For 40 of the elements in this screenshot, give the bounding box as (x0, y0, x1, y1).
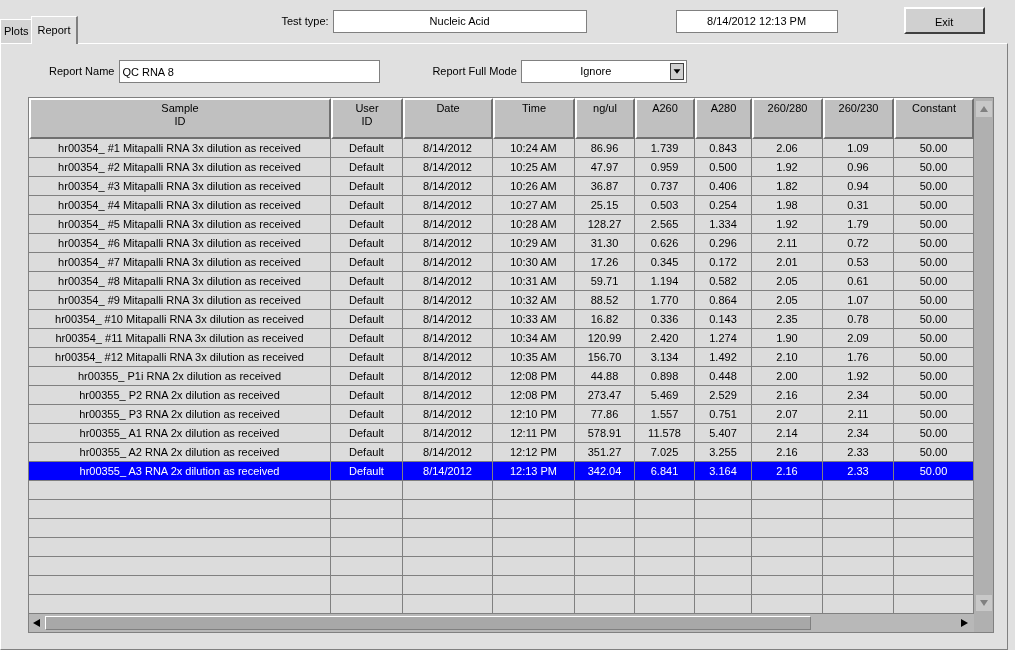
column-header[interactable]: Constant (894, 98, 974, 139)
table-row[interactable]: hr00355_ A3 RNA 2x dilution as received Default 8/14/2012 12:13 PM 342.04 6.841 3.164 2.16 2.33 50.00 (29, 462, 974, 481)
field-label: Report Name (49, 63, 115, 79)
table-row[interactable]: hr00354_ #6 Mitapalli RNA 3x dilution as received Default 8/14/2012 10:29 AM 31.30 0.626 0.296 2.11 0.72 50.00 (29, 234, 974, 253)
field-label: Report Full Mode (432, 63, 517, 79)
datetime-field[interactable]: 8/14/2012 12:13 PM (675, 10, 838, 33)
table-row[interactable]: hr00354_ #8 Mitapalli RNA 3x dilution as received Default 8/14/2012 10:31 AM 59.71 1.194 0.582 2.05 0.61 50.00 (29, 272, 974, 291)
exit-button[interactable]: Exit (903, 7, 985, 34)
column-header[interactable]: A260 (635, 98, 695, 139)
scroll-up-icon[interactable] (975, 101, 992, 117)
table-row[interactable]: hr00354_ #4 Mitapalli RNA 3x dilution as received Default 8/14/2012 10:27 AM 25.15 0.503 0.254 1.98 0.31 50.00 (29, 196, 974, 215)
column-header[interactable]: 260/230 (823, 98, 894, 139)
report-mode-dropdown[interactable]: Ignore (520, 59, 687, 83)
table-row[interactable]: hr00355_ P2 RNA 2x dilution as received Default 8/14/2012 12:08 PM 273.47 5.469 2.529 2.16 2.34 50.00 (29, 386, 974, 405)
table-row[interactable]: hr00355_ P1i RNA 2x dilution as received Default 8/14/2012 12:08 PM 44.88 0.898 0.448 2.00 1.92 50.00 (29, 367, 974, 386)
tab[interactable]: Report (31, 16, 78, 44)
table-row[interactable]: hr00355_ A1 RNA 2x dilution as received Default 8/14/2012 12:11 PM 578.91 11.578 5.407 2.14 2.34 50.00 (29, 424, 974, 443)
table-row[interactable]: hr00354_ #3 Mitapalli RNA 3x dilution as received Default 8/14/2012 10:26 AM 36.87 0.737 0.406 1.82 0.94 50.00 (29, 177, 974, 196)
table-row[interactable]: hr00354_ #10 Mitapalli RNA 3x dilution as received Default 8/14/2012 10:33 AM 16.82 0.336 0.143 2.35 0.78 50.00 (29, 310, 974, 329)
column-header[interactable]: Sample ID (29, 98, 331, 139)
table-row[interactable]: hr00354_ #12 Mitapalli RNA 3x dilution as received Default 8/14/2012 10:35 AM 156.70 3.134 1.492 2.10 1.76 50.00 (29, 348, 974, 367)
tab[interactable]: Plots (0, 19, 32, 43)
column-header[interactable]: Date (403, 98, 493, 139)
table-row[interactable]: hr00354_ #9 Mitapalli RNA 3x dilution as received Default 8/14/2012 10:32 AM 88.52 1.770 0.864 2.05 1.07 50.00 (29, 291, 974, 310)
column-header[interactable]: 260/280 (752, 98, 823, 139)
column-header[interactable]: ng/ul (575, 98, 635, 139)
column-header[interactable]: User ID (331, 98, 403, 139)
table-row[interactable]: hr00355_ A2 RNA 2x dilution as received Default 8/14/2012 12:12 PM 351.27 7.025 3.255 2.16 2.33 50.00 (29, 443, 974, 462)
caret-icon (669, 62, 684, 80)
column-header[interactable]: Time (493, 98, 575, 139)
table-row[interactable]: hr00354_ #5 Mitapalli RNA 3x dilution as received Default 8/14/2012 10:28 AM 128.27 2.565 1.334 1.92 1.79 50.00 (29, 215, 974, 234)
test-type-field[interactable]: Nucleic Acid (332, 10, 587, 33)
table-row[interactable]: hr00354_ #11 Mitapalli RNA 3x dilution as received Default 8/14/2012 10:34 AM 120.99 2.420 1.274 1.90 2.09 50.00 (29, 329, 974, 348)
field-label: Test type: (281, 14, 329, 30)
table-row[interactable]: hr00354_ #2 Mitapalli RNA 3x dilution as received Default 8/14/2012 10:25 AM 47.97 0.959 0.500 1.92 0.96 50.00 (29, 158, 974, 177)
report-name-field[interactable]: QC RNA 8 (119, 59, 381, 83)
table-row[interactable]: hr00354_ #1 Mitapalli RNA 3x dilution as received Default 8/14/2012 10:24 AM 86.96 1.739 0.843 2.06 1.09 50.00 (29, 139, 974, 158)
table-row[interactable]: hr00354_ #7 Mitapalli RNA 3x dilution as received Default 8/14/2012 10:30 AM 17.26 0.345 0.172 2.01 0.53 50.00 (29, 253, 974, 272)
column-header[interactable]: A280 (695, 98, 752, 139)
table-row[interactable]: hr00355_ P3 RNA 2x dilution as received Default 8/14/2012 12:10 PM 77.86 1.557 0.751 2.07 2.11 50.00 (29, 405, 974, 424)
